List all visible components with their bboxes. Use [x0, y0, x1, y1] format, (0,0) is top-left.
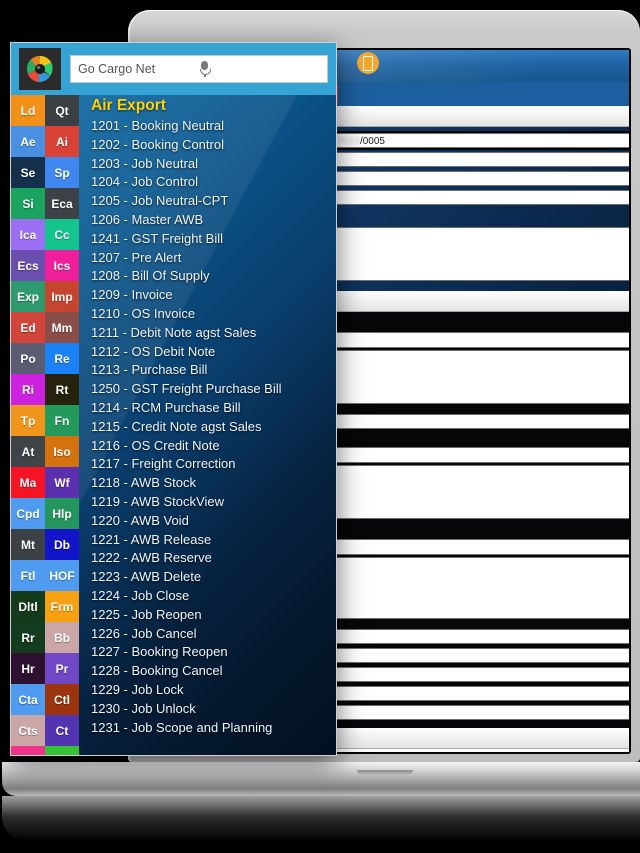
menu-item[interactable]: 1202 - Booking Control — [91, 136, 336, 155]
menu-item[interactable]: 1219 - AWB StockView — [91, 493, 336, 512]
module-tile-si[interactable]: Si — [11, 188, 45, 219]
module-tile-mt[interactable]: Mt — [11, 529, 45, 560]
module-tile-bb[interactable]: Bb — [45, 622, 79, 653]
popup-header: Go Cargo Net — [11, 43, 336, 95]
module-tile-ld[interactable]: Ld — [11, 95, 45, 126]
module-tile-cc[interactable]: Cc — [45, 219, 79, 250]
module-tile-ai[interactable]: Ai — [45, 126, 79, 157]
module-tile-iso[interactable]: Iso — [45, 436, 79, 467]
module-tile-sp[interactable]: Sp — [45, 157, 79, 188]
menu-item[interactable]: 1250 - GST Freight Purchase Bill — [91, 380, 336, 399]
module-tile-cr[interactable]: Cr — [11, 746, 45, 755]
module-tile-exp[interactable]: Exp — [11, 281, 45, 312]
module-tile-hof[interactable]: HOF — [45, 560, 79, 591]
module-tile-tp[interactable]: Tp — [11, 405, 45, 436]
module-tile-om[interactable]: Om — [45, 746, 79, 755]
menu-item[interactable]: 1229 - Job Lock — [91, 681, 336, 700]
module-tile-fn[interactable]: Fn — [45, 405, 79, 436]
module-tile-ftl[interactable]: Ftl — [11, 560, 45, 591]
module-tile-ecs[interactable]: Ecs — [11, 250, 45, 281]
menu-item[interactable]: 1215 - Credit Note agst Sales — [91, 418, 336, 437]
module-tile-rr[interactable]: Rr — [11, 622, 45, 653]
module-tile-mm[interactable]: Mm — [45, 312, 79, 343]
menu-item[interactable]: 1223 - AWB Delete — [91, 568, 336, 587]
module-tile-ed[interactable]: Ed — [11, 312, 45, 343]
menu-item[interactable]: 1212 - OS Debit Note — [91, 343, 336, 362]
module-tile-cta[interactable]: Cta — [11, 684, 45, 715]
module-tile-pr[interactable]: Pr — [45, 653, 79, 684]
menu-item[interactable]: 1216 - OS Credit Note — [91, 437, 336, 456]
module-tile-eca[interactable]: Eca — [45, 188, 79, 219]
module-tile-rt[interactable]: Rt — [45, 374, 79, 405]
menu-item[interactable]: 1220 - AWB Void — [91, 512, 336, 531]
booking-value-suffix: /0005 — [359, 136, 385, 147]
search-input[interactable]: Go Cargo Net — [70, 55, 328, 83]
menu-item[interactable]: 1203 - Job Neutral — [91, 155, 336, 174]
module-menu: Air Export 1201 - Booking Neutral 1202 - … — [79, 95, 336, 755]
module-tile-ae[interactable]: Ae — [11, 126, 45, 157]
module-tile-hlp[interactable]: Hlp — [45, 498, 79, 529]
menu-item[interactable]: 1231 - Job Scope and Planning — [91, 719, 336, 738]
menu-item[interactable]: 1201 - Booking Neutral — [91, 117, 336, 136]
menu-item[interactable]: 1209 - Invoice — [91, 286, 336, 305]
module-tile-ics[interactable]: Ics — [45, 250, 79, 281]
menu-item[interactable]: 1213 - Purchase Bill — [91, 361, 336, 380]
module-tile-imp[interactable]: Imp — [45, 281, 79, 312]
menu-item[interactable]: 1241 - GST Freight Bill — [91, 230, 336, 249]
microphone-icon[interactable] — [199, 61, 320, 77]
menu-item[interactable]: 1204 - Job Control — [91, 173, 336, 192]
module-tile-hr[interactable]: Hr — [11, 653, 45, 684]
menu-item[interactable]: 1207 - Pre Alert — [91, 249, 336, 268]
menu-item[interactable]: 1226 - Job Cancel — [91, 625, 336, 644]
popup-body: Ld Qt Ae Ai Se Sp Si Eca Ica Cc Ecs Ics Exp Imp Ed Mm Po… — [11, 95, 336, 755]
menu-item[interactable]: 1224 - Job Close — [91, 587, 336, 606]
module-tile-ri[interactable]: Ri — [11, 374, 45, 405]
laptop-base-notch — [357, 770, 413, 775]
menu-item[interactable]: 1208 - Bill Of Supply — [91, 267, 336, 286]
menu-item[interactable]: 1225 - Job Reopen — [91, 606, 336, 625]
menu-item-list: 1201 - Booking Neutral 1202 - Booking Con… — [91, 117, 336, 737]
module-tile-ica[interactable]: Ica — [11, 219, 45, 250]
module-tile-se[interactable]: Se — [11, 157, 45, 188]
menu-title: Air Export — [91, 97, 166, 114]
module-tile-wf[interactable]: Wf — [45, 467, 79, 498]
menu-item[interactable]: 1217 - Freight Correction — [91, 455, 336, 474]
laptop-base — [2, 762, 640, 796]
module-tile-ma[interactable]: Ma — [11, 467, 45, 498]
menu-item[interactable]: 1228 - Booking Cancel — [91, 662, 336, 681]
module-tile-cpd[interactable]: Cpd — [11, 498, 45, 529]
mobile-phone-icon[interactable] — [357, 52, 379, 74]
menu-item[interactable]: 1205 - Job Neutral-CPT — [91, 192, 336, 211]
module-tile-cts[interactable]: Cts — [11, 715, 45, 746]
module-tile-grid: Ld Qt Ae Ai Se Sp Si Eca Ica Cc Ecs Ics Exp Imp Ed Mm Po… — [11, 95, 79, 755]
module-tile-db[interactable]: Db — [45, 529, 79, 560]
menu-item[interactable]: 1218 - AWB Stock — [91, 474, 336, 493]
module-tile-qt[interactable]: Qt — [45, 95, 79, 126]
go-cargo-net-spiral-logo — [19, 48, 61, 90]
module-tile-frm[interactable]: Frm — [45, 591, 79, 622]
module-tile-po[interactable]: Po — [11, 343, 45, 374]
menu-item[interactable]: 1210 - OS Invoice — [91, 305, 336, 324]
module-tile-re[interactable]: Re — [45, 343, 79, 374]
module-tile-dltl[interactable]: Dltl — [11, 591, 45, 622]
menu-item[interactable]: 1206 - Master AWB — [91, 211, 336, 230]
menu-item[interactable]: 1214 - RCM Purchase Bill — [91, 399, 336, 418]
menu-item[interactable]: 1227 - Booking Reopen — [91, 643, 336, 662]
module-tile-at[interactable]: At — [11, 436, 45, 467]
module-tile-ct[interactable]: Ct — [45, 715, 79, 746]
menu-item[interactable]: 1222 - AWB Reserve — [91, 549, 336, 568]
menu-item[interactable]: 1211 - Debit Note agst Sales — [91, 324, 336, 343]
module-tile-ctl[interactable]: Ctl — [45, 684, 79, 715]
search-input-value: Go Cargo Net — [78, 62, 156, 76]
menu-item[interactable]: 1230 - Job Unlock — [91, 700, 336, 719]
laptop-reflection — [2, 796, 640, 842]
menu-item[interactable]: 1221 - AWB Release — [91, 531, 336, 550]
module-launcher-popup: Go Cargo Net Ld Qt Ae Ai Se Sp Si Eca Ica Cc Ecs Ic… — [10, 42, 337, 756]
